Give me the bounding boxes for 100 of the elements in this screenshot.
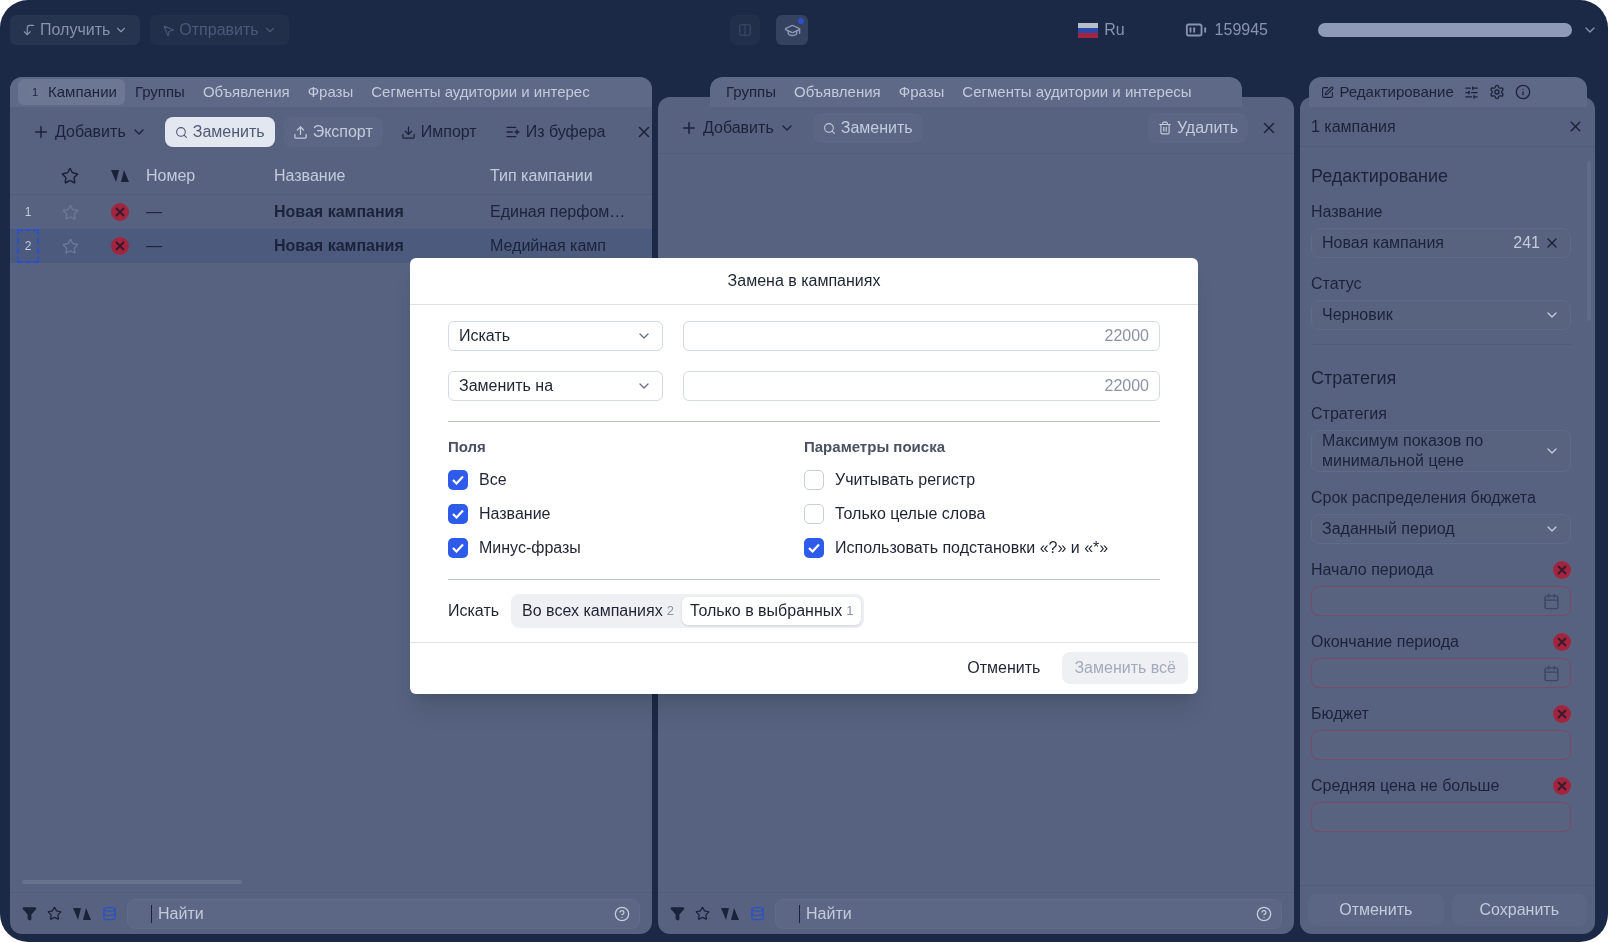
calendar-icon[interactable] (1543, 592, 1560, 610)
help-icon[interactable] (1256, 905, 1272, 922)
checkmark-icon (452, 508, 464, 519)
info-icon[interactable] (1514, 84, 1531, 100)
add-button[interactable]: Добавить (22, 117, 157, 147)
checkbox[interactable] (804, 537, 824, 558)
education-button[interactable] (776, 15, 809, 45)
checkbox-label: Использовать подстановки «?» и «*» (835, 537, 1109, 558)
char-counter: 22000 (1104, 326, 1149, 346)
error-icon (1553, 777, 1571, 795)
row-number: 2 (18, 231, 38, 261)
sliders-icon[interactable] (1463, 84, 1479, 100)
group-title: Параметры поиска (804, 437, 946, 457)
date-field[interactable] (1311, 658, 1571, 688)
field-label: Средняя цена не больше (1311, 776, 1500, 796)
buffer-button[interactable]: Из буфера (494, 117, 616, 147)
search-field[interactable]: Найти (127, 898, 640, 929)
search-field[interactable]: Найти (775, 898, 1282, 929)
input-field[interactable]: 22000 (683, 371, 1160, 401)
field-label: Начало периода (1311, 560, 1434, 580)
field-label: Статус (1311, 274, 1362, 294)
error-icon (1553, 561, 1571, 579)
columns-icon (738, 23, 753, 37)
upload-icon (292, 124, 308, 140)
star-icon[interactable] (47, 906, 62, 921)
star-icon[interactable] (61, 166, 79, 185)
table-cell-text: Медийная камп (490, 236, 608, 256)
tab[interactable]: Редактирование (1320, 80, 1454, 104)
field-label: Срок распределения бюджета (1311, 488, 1536, 508)
split-arrows-icon (110, 167, 130, 184)
tab[interactable]: 1 Кампании (18, 79, 125, 105)
table-icon[interactable] (730, 15, 761, 45)
split-arrows-icon (72, 905, 92, 922)
checkbox-label: Только целые слова (835, 503, 986, 524)
segment[interactable]: Только в выбранных 1 (681, 596, 862, 625)
row-number: 1 (23, 204, 33, 221)
field-label: Бюджет (1311, 704, 1369, 724)
replace-button[interactable]: Заменить (164, 117, 275, 147)
char-counter: 22000 (1104, 376, 1149, 396)
table-cell-text: — (146, 202, 163, 222)
dialog-title: Замена в кампаниях (727, 271, 881, 291)
plus-icon (680, 119, 698, 137)
select-field[interactable]: Максимум показов по минимальной цене (1311, 430, 1571, 472)
select-field[interactable]: Черновик (1311, 300, 1571, 330)
download-icon (400, 124, 416, 140)
import-button[interactable]: Импорт (390, 117, 487, 147)
split-arrows-icon (720, 905, 740, 922)
cursor-icon (162, 23, 176, 37)
input-field[interactable]: 22000 (683, 321, 1160, 351)
input-field[interactable] (1311, 802, 1571, 832)
column-header[interactable]: Тип кампании (490, 163, 652, 188)
checkbox[interactable] (448, 537, 468, 558)
trash-icon (1157, 121, 1172, 135)
error-icon (111, 237, 129, 255)
select-field[interactable]: Заменить на (448, 371, 663, 401)
checkmark-icon (452, 542, 464, 553)
help-icon[interactable] (614, 905, 630, 922)
star-icon[interactable] (695, 906, 710, 921)
column-header[interactable]: Номер (146, 163, 274, 188)
tab[interactable]: Группы (718, 79, 784, 105)
filter-icon[interactable] (670, 906, 685, 921)
segment[interactable]: Во всех кампаниях 2 (514, 596, 682, 625)
field-label: Окончание периода (1311, 632, 1459, 652)
checkbox[interactable] (448, 503, 468, 524)
calendar-icon[interactable] (1543, 664, 1560, 682)
filter-icon[interactable] (22, 906, 37, 921)
checkbox[interactable] (448, 469, 468, 490)
char-counter: 241 (1513, 233, 1540, 253)
table-cell-text: Новая кампания (274, 236, 405, 256)
search-icon (174, 125, 188, 139)
field-label: Название (1311, 202, 1383, 222)
checkmark-icon (808, 542, 820, 553)
table-row[interactable]: 1 — Новая кампания Единая перфом… (10, 195, 652, 229)
settings-icon[interactable] (1488, 84, 1505, 100)
add-button[interactable]: Добавить (670, 113, 805, 143)
checkbox-label: Минус-фразы (479, 537, 581, 558)
table-cell-text: Новая кампания (274, 202, 405, 222)
checkbox[interactable] (804, 469, 824, 490)
date-field[interactable] (1311, 586, 1571, 616)
language-label[interactable]: Ru (1104, 18, 1125, 42)
select-field[interactable]: Искать (448, 321, 663, 351)
pencil-icon (1320, 85, 1334, 99)
column-header[interactable]: Название (274, 163, 490, 188)
section-title: Редактирование (1311, 165, 1450, 188)
table-cell-text: — (146, 236, 163, 256)
field-label: Стратегия (1311, 404, 1387, 424)
tab[interactable]: Группы (126, 79, 193, 105)
input-field[interactable] (1311, 730, 1571, 760)
cancel-button[interactable]: Отменить (955, 652, 1053, 684)
table-row[interactable]: 2 — Новая кампания Медийная камп (10, 229, 652, 263)
receive-button[interactable]: Получить (10, 15, 141, 45)
star-icon[interactable] (61, 237, 79, 255)
input-field[interactable]: Новая кампания 241 (1311, 228, 1571, 258)
balance-value: 159945 (1214, 20, 1268, 40)
list-plus-icon (504, 124, 521, 140)
checkbox-label: Все (479, 469, 507, 490)
select-field[interactable]: Заданный период (1311, 514, 1571, 544)
checkbox[interactable] (804, 503, 824, 524)
checkbox-label: Название (479, 503, 551, 524)
flag-icon (1078, 22, 1099, 38)
